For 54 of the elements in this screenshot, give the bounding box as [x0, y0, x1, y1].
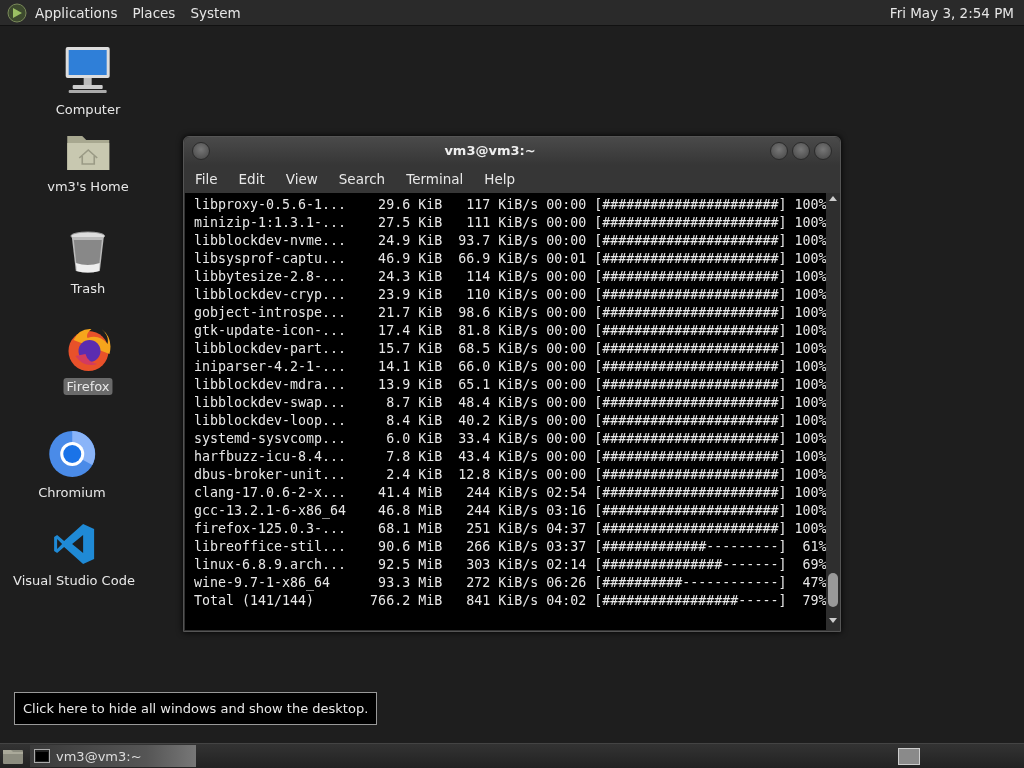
terminal-icon — [34, 749, 50, 763]
minimize-button[interactable] — [770, 141, 788, 160]
terminal-line: libblockdev-part... 15.7 KiB 68.5 KiB/s 00:00 [######################] 100% — [194, 340, 827, 358]
desktop-icon-label[interactable]: Firefox — [63, 378, 113, 395]
app-menu-icon[interactable] — [6, 2, 28, 23]
ring-icon[interactable] — [48, 430, 96, 478]
terminal-line: libblockdev-mdra... 13.9 KiB 65.1 KiB/s 00:00 [######################] 100% — [194, 376, 827, 394]
panel-menu[interactable]: Applications — [28, 4, 126, 21]
terminal-line: libblockdev-cryp... 23.9 KiB 110 KiB/s 00:00 [######################] 100% — [194, 286, 827, 304]
terminal-line: gobject-introspe... 21.7 KiB 98.6 KiB/s 00:00 [######################] 100% — [194, 304, 827, 322]
terminal-line: firefox-125.0.3-... 68.1 MiB 251 KiB/s 04:37 [######################] 100% — [194, 520, 827, 538]
terminal-line: Total (141/144) 766.2 MiB 841 KiB/s 04:02 [#################-----] 79% — [194, 592, 827, 610]
chevron-ribbon-icon[interactable] — [52, 522, 96, 566]
desktop-icon-label[interactable]: Visual Studio Code — [10, 572, 138, 589]
terminal-line: libblockdev-nvme... 24.9 KiB 93.7 KiB/s 00:00 [######################] 100% — [194, 232, 827, 250]
menu-item[interactable]: Search — [330, 170, 394, 187]
desktop-icon-label[interactable]: Trash — [67, 280, 109, 297]
trash-can-icon[interactable] — [68, 230, 108, 274]
monitor-icon[interactable] — [63, 45, 113, 95]
terminal-line: libproxy-0.5.6-1... 29.6 KiB 117 KiB/s 00:00 [######################] 100% — [194, 196, 827, 214]
terminal-line: dbus-broker-unit... 2.4 KiB 12.8 KiB/s 00:00 [######################] 100% — [194, 466, 827, 484]
workspace-switcher[interactable] — [898, 747, 920, 765]
window-title: vm3@vm3:~ — [443, 143, 537, 159]
menu-item[interactable]: View — [277, 170, 326, 187]
desktop-icon-label[interactable]: Chromium — [35, 484, 109, 501]
terminal-line: systemd-sysvcomp... 6.0 KiB 33.4 KiB/s 00:00 [######################] 100% — [194, 430, 827, 448]
menu-item[interactable]: Help — [476, 170, 524, 187]
maximize-button[interactable] — [792, 141, 810, 160]
terminal-line: libsysprof-captu... 46.9 KiB 66.9 KiB/s 00:01 [######################] 100% — [194, 250, 827, 268]
terminal-line: linux-6.8.9.arch... 92.5 MiB 303 KiB/s 02:14 [###############-------] 69% — [194, 556, 827, 574]
menu-item[interactable]: File — [187, 170, 226, 187]
panel-menu[interactable]: Places — [125, 4, 184, 21]
terminal-line: libbytesize-2.8-... 24.3 KiB 114 KiB/s 00:00 [######################] 100% — [194, 268, 827, 286]
desktop-icon-label[interactable]: Computer — [52, 101, 124, 118]
terminal-line: harfbuzz-icu-8.4... 7.8 KiB 43.4 KiB/s 00:00 [######################] 100% — [194, 448, 827, 466]
close-button[interactable] — [814, 141, 832, 160]
show-desktop-icon[interactable] — [2, 747, 24, 765]
terminal-line: libblockdev-swap... 8.7 KiB 48.4 KiB/s 00:00 [######################] 100% — [194, 394, 827, 412]
terminal-line: clang-17.0.6-2-x... 41.4 MiB 244 KiB/s 02:54 [######################] 100% — [194, 484, 827, 502]
terminal-line: iniparser-4.2-1-... 14.1 KiB 66.0 KiB/s 00:00 [######################] 100% — [194, 358, 827, 376]
window-menu-button[interactable] — [192, 141, 210, 160]
taskbar-button[interactable]: vm3@vm3:~ — [30, 745, 196, 767]
desktop-icon-label[interactable]: vm3's Home — [44, 178, 132, 195]
terminal-line: minizip-1:1.3.1-... 27.5 KiB 111 KiB/s 00:00 [######################] 100% — [194, 214, 827, 232]
terminal-line: wine-9.7-1-x86_64 93.3 MiB 272 KiB/s 06:26 [##########------------] 47% — [194, 574, 827, 592]
terminal-line: libblockdev-loop... 8.4 KiB 40.2 KiB/s 00:00 [######################] 100% — [194, 412, 827, 430]
terminal-line: gtk-update-icon-... 17.4 KiB 81.8 KiB/s 00:00 [######################] 100% — [194, 322, 827, 340]
tooltip: Click here to hide all windows and show the desktop. — [14, 692, 378, 725]
clock[interactable]: Fri May 3, 2:54 PM — [889, 4, 1018, 21]
terminal-line: libreoffice-stil... 90.6 MiB 266 KiB/s 03:37 [#############---------] 61% — [194, 538, 827, 556]
terminal-line: gcc-13.2.1-6-x86_64 46.8 MiB 244 KiB/s 03:16 [######################] 100% — [194, 502, 827, 520]
panel-menu[interactable]: System — [183, 4, 249, 21]
menu-item[interactable]: Edit — [230, 170, 273, 187]
menu-item[interactable]: Terminal — [398, 170, 472, 187]
